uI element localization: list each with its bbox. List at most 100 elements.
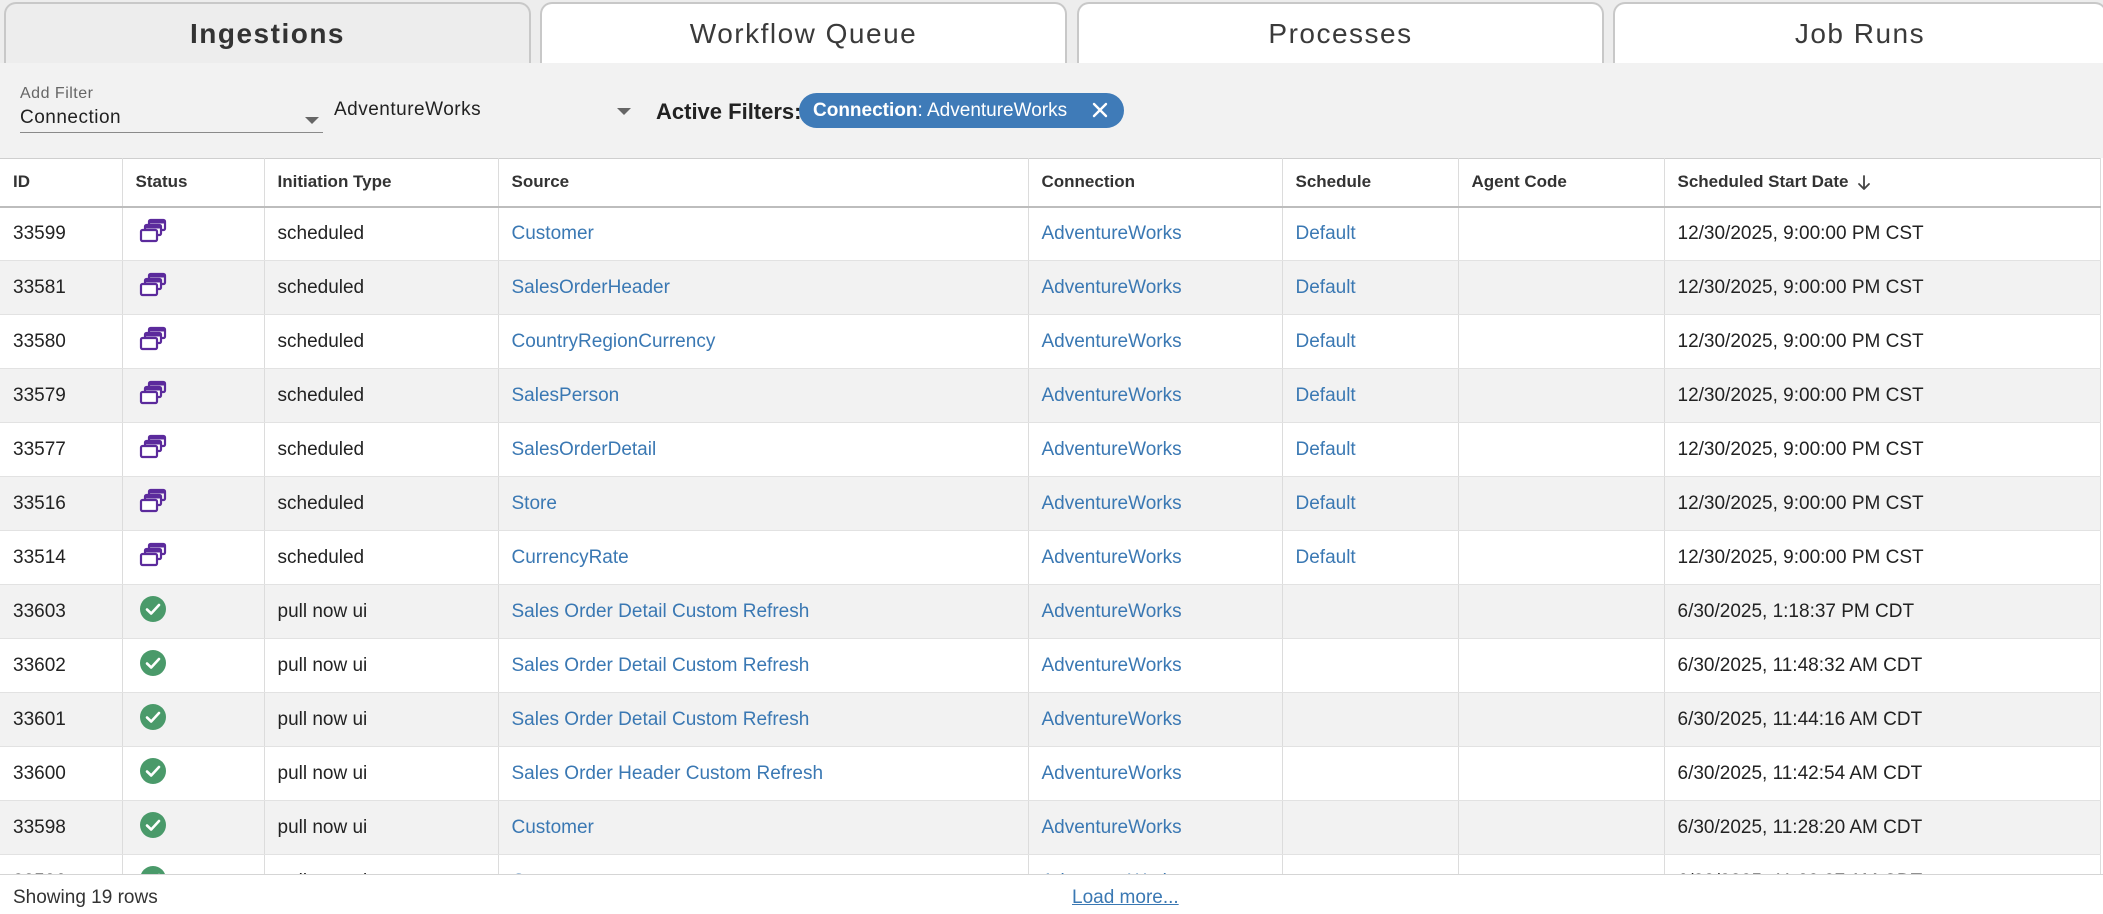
source-link[interactable]: SalesOrderDetail xyxy=(512,439,657,460)
column-header-source[interactable]: Source xyxy=(498,158,1029,208)
table-row[interactable]: 33577 scheduled SalesOrderDetail AdventureW… xyxy=(0,422,2101,477)
load-more-link[interactable]: Load more... xyxy=(1072,887,1179,909)
cell-connection: AdventureWorks xyxy=(1028,206,1283,261)
source-link[interactable]: SalesOrderHeader xyxy=(512,277,670,298)
cell-id: 33577 xyxy=(0,422,123,477)
source-link[interactable]: Customer xyxy=(512,223,594,244)
filter-value-select[interactable]: AdventureWorks xyxy=(334,93,637,133)
connection-link[interactable]: AdventureWorks xyxy=(1042,331,1182,352)
cell-status xyxy=(122,638,265,693)
filter-bar: Add Filter Connection AdventureWorks Act… xyxy=(0,63,2103,158)
queued-icon xyxy=(139,542,169,574)
connection-link[interactable]: AdventureWorks xyxy=(1042,223,1182,244)
cell-initiation-type: scheduled xyxy=(264,476,499,531)
cell-status xyxy=(122,584,265,639)
connection-link[interactable]: AdventureWorks xyxy=(1042,547,1182,568)
cell-id: 33596 xyxy=(0,854,123,874)
table-row[interactable]: 33514 scheduled CurrencyRate AdventureWorks… xyxy=(0,530,2101,585)
active-filters-label: Active Filters: xyxy=(656,99,802,124)
cell-connection: AdventureWorks xyxy=(1028,530,1283,585)
column-header-agent-code[interactable]: Agent Code xyxy=(1458,158,1665,208)
table-row[interactable]: 33579 scheduled SalesPerson AdventureWorks D… xyxy=(0,368,2101,423)
table-row[interactable]: 33599 scheduled Customer AdventureWorks Defa… xyxy=(0,206,2101,261)
cell-agent-code xyxy=(1458,530,1665,585)
cell-schedule: Default xyxy=(1282,206,1459,261)
table-row[interactable]: 33596 pull now uiCustomerAdventureWorks 6/… xyxy=(0,854,2101,874)
cell-id: 33603 xyxy=(0,584,123,639)
cell-initiation-type: pull now ui xyxy=(264,800,499,855)
column-header-connection[interactable]: Connection xyxy=(1028,158,1283,208)
source-link[interactable]: Store xyxy=(512,493,557,514)
column-header-initiation-type[interactable]: Initiation Type xyxy=(264,158,499,208)
cell-schedule: Default xyxy=(1282,476,1459,531)
column-header-id[interactable]: ID xyxy=(0,158,123,208)
connection-link[interactable]: AdventureWorks xyxy=(1042,601,1182,622)
schedule-link[interactable]: Default xyxy=(1296,439,1356,460)
table-row[interactable]: 33581 scheduled SalesOrderHeader AdventureW… xyxy=(0,260,2101,315)
column-header-status[interactable]: Status xyxy=(122,158,265,208)
connection-link[interactable]: AdventureWorks xyxy=(1042,277,1182,298)
success-check-icon xyxy=(139,703,167,737)
table-row[interactable]: 33601 pull now ui Sales Order Detail Custo… xyxy=(0,692,2101,747)
table-row[interactable]: 33580 scheduled CountryRegionCurrency Adven… xyxy=(0,314,2101,369)
add-filter-select[interactable]: Add Filter Connection xyxy=(20,83,323,133)
schedule-link[interactable]: Default xyxy=(1296,493,1356,514)
cell-source: SalesPerson xyxy=(498,368,1029,423)
column-header-scheduled-start-date[interactable]: Scheduled Start Date xyxy=(1664,158,2101,208)
source-link[interactable]: CountryRegionCurrency xyxy=(512,331,716,352)
ingestions-grid: ID Status Initiation Type Source Connect… xyxy=(0,158,2103,874)
cell-scheduled-start-date: 12/30/2025, 9:00:00 PM CST xyxy=(1664,368,2101,423)
column-header-schedule[interactable]: Schedule xyxy=(1282,158,1459,208)
cell-connection: AdventureWorks xyxy=(1028,314,1283,369)
chevron-down-icon xyxy=(617,108,631,115)
column-header-label: Scheduled Start Date xyxy=(1677,172,1849,192)
cell-connection: AdventureWorks xyxy=(1028,476,1283,531)
connection-link[interactable]: AdventureWorks xyxy=(1042,439,1182,460)
tab-processes[interactable]: Processes xyxy=(1077,2,1604,63)
cell-scheduled-start-date: 6/30/2025, 11:44:16 AM CDT xyxy=(1664,692,2101,747)
cell-status xyxy=(122,800,265,855)
connection-link[interactable]: AdventureWorks xyxy=(1042,709,1182,730)
cell-agent-code xyxy=(1458,854,1665,874)
schedule-link[interactable]: Default xyxy=(1296,547,1356,568)
tab-workflow-queue[interactable]: Workflow Queue xyxy=(540,2,1067,63)
source-link[interactable]: Sales Order Header Custom Refresh xyxy=(512,763,824,784)
schedule-link[interactable]: Default xyxy=(1296,277,1356,298)
connection-link[interactable]: AdventureWorks xyxy=(1042,817,1182,838)
cell-initiation-type: pull now ui xyxy=(264,638,499,693)
source-link[interactable]: Customer xyxy=(512,817,594,838)
connection-link[interactable]: AdventureWorks xyxy=(1042,385,1182,406)
tab-ingestions[interactable]: Ingestions xyxy=(4,2,531,63)
cell-scheduled-start-date: 12/30/2025, 9:00:00 PM CST xyxy=(1664,476,2101,531)
schedule-link[interactable]: Default xyxy=(1296,385,1356,406)
table-row[interactable]: 33600 pull now ui Sales Order Header Custo… xyxy=(0,746,2101,801)
cell-scheduled-start-date: 12/30/2025, 9:00:00 PM CST xyxy=(1664,206,2101,261)
source-link[interactable]: SalesPerson xyxy=(512,385,620,406)
source-link[interactable]: CurrencyRate xyxy=(512,547,629,568)
close-icon[interactable] xyxy=(1090,100,1110,120)
chevron-down-icon xyxy=(305,117,319,124)
source-link[interactable]: Sales Order Detail Custom Refresh xyxy=(512,709,810,730)
table-row[interactable]: 33603 pull now ui Sales Order Detail Custo… xyxy=(0,584,2101,639)
queued-icon xyxy=(139,434,169,466)
schedule-link[interactable]: Default xyxy=(1296,223,1356,244)
cell-initiation-type: scheduled xyxy=(264,314,499,369)
cell-source: Sales Order Detail Custom Refresh xyxy=(498,638,1029,693)
cell-initiation-type: scheduled xyxy=(264,368,499,423)
connection-link[interactable]: AdventureWorks xyxy=(1042,493,1182,514)
active-filter-chip: Connection: AdventureWorks xyxy=(799,93,1124,128)
source-link[interactable]: Sales Order Detail Custom Refresh xyxy=(512,601,810,622)
table-row[interactable]: 33602 pull now ui Sales Order Detail Custo… xyxy=(0,638,2101,693)
connection-link[interactable]: AdventureWorks xyxy=(1042,655,1182,676)
connection-link[interactable]: AdventureWorks xyxy=(1042,763,1182,784)
tab-job-runs[interactable]: Job Runs xyxy=(1613,2,2103,63)
chip-value: : AdventureWorks xyxy=(917,99,1068,121)
table-row[interactable]: 33516 scheduled Store AdventureWorks Default… xyxy=(0,476,2101,531)
cell-id: 33579 xyxy=(0,368,123,423)
cell-schedule: Default xyxy=(1282,530,1459,585)
sort-descending-icon[interactable] xyxy=(1857,174,1871,191)
cell-schedule xyxy=(1282,746,1459,801)
table-row[interactable]: 33598 pull now ui Customer AdventureWorks 6/… xyxy=(0,800,2101,855)
source-link[interactable]: Sales Order Detail Custom Refresh xyxy=(512,655,810,676)
schedule-link[interactable]: Default xyxy=(1296,331,1356,352)
